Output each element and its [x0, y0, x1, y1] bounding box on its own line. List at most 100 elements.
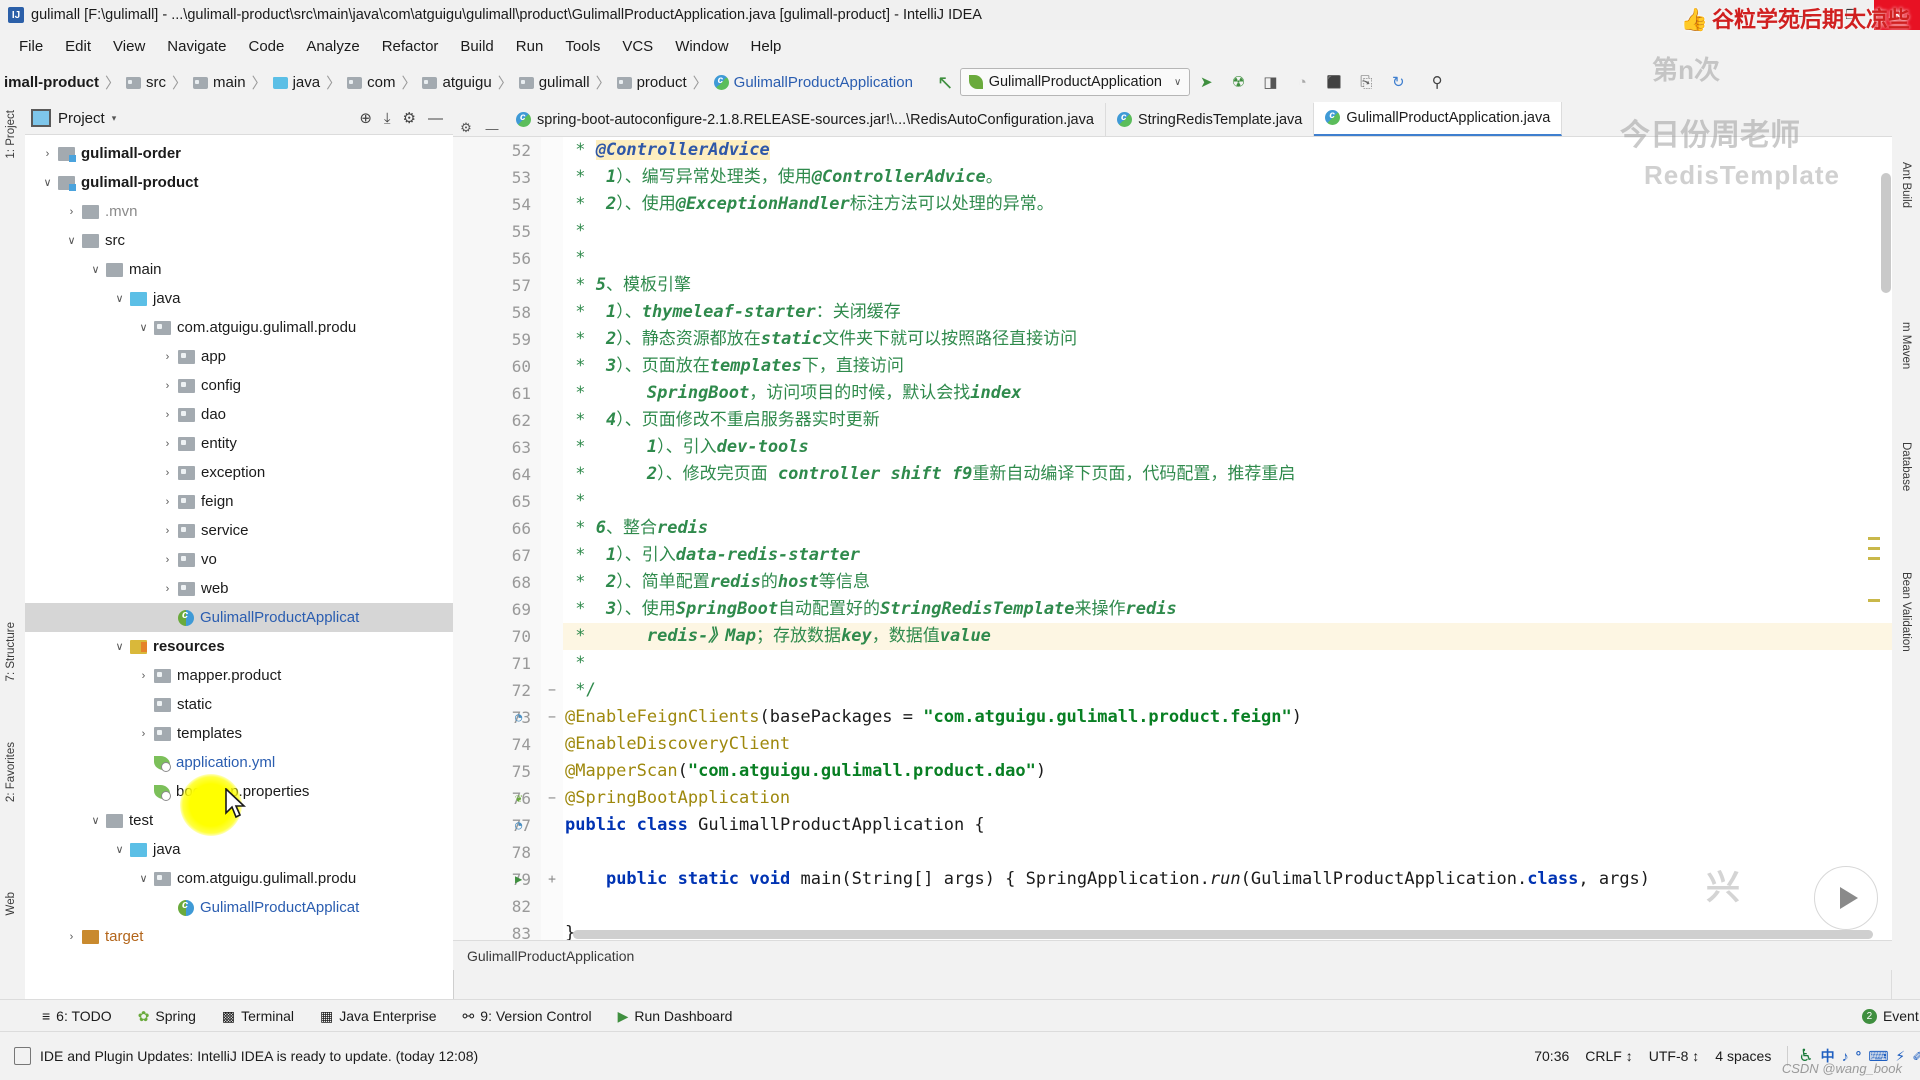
menu-vcs[interactable]: VCS: [611, 34, 664, 59]
horizontal-scrollbar[interactable]: [573, 930, 1873, 939]
collapse-all-icon[interactable]: ⤓: [384, 110, 391, 127]
chevron-right-icon[interactable]: ›: [137, 728, 150, 740]
code-editor[interactable]: 52 53 54 55 56 57 58 59 60 61 62 63 64 65 66 67 68 69 70 71…: [453, 137, 1892, 970]
fold-toggle[interactable]: −: [541, 704, 563, 731]
menu-window[interactable]: Window: [664, 34, 739, 59]
tool-button-todo[interactable]: ≡ 6: TODO: [42, 1008, 112, 1024]
breadcrumb-item-module[interactable]: imall-product: [4, 74, 99, 91]
chevron-right-icon[interactable]: ›: [161, 438, 174, 450]
chevron-down-icon[interactable]: ∨: [137, 872, 150, 885]
chevron-down-icon[interactable]: ∨: [89, 263, 102, 276]
tool-button-java-enterprise[interactable]: ▦ Java Enterprise: [320, 1008, 437, 1025]
tree-item-service[interactable]: › service: [25, 516, 453, 545]
scroll-from-source-icon[interactable]: ⊕: [359, 109, 372, 127]
stop-button[interactable]: ⬛: [1321, 69, 1347, 95]
menu-tools[interactable]: Tools: [554, 34, 611, 59]
menu-edit[interactable]: Edit: [54, 34, 102, 59]
error-stripe-marks[interactable]: [1866, 137, 1880, 970]
menu-view[interactable]: View: [102, 34, 156, 59]
tab-gulimall-product-application[interactable]: GulimallProductApplication.java: [1314, 102, 1563, 136]
tree-item-mapper-product[interactable]: › mapper.product: [25, 661, 453, 690]
chevron-right-icon[interactable]: ›: [161, 496, 174, 508]
fold-toggle[interactable]: −: [541, 785, 563, 812]
tree-item-mvn[interactable]: › .mvn: [25, 197, 453, 226]
tree-item-java[interactable]: ∨ java: [25, 835, 453, 864]
settings-gear-icon[interactable]: ⚙: [403, 109, 416, 127]
breadcrumb-item-product[interactable]: product: [616, 74, 687, 91]
tree-item-app[interactable]: › app: [25, 342, 453, 371]
breadcrumb-item-com[interactable]: com: [347, 74, 395, 91]
chevron-right-icon[interactable]: ›: [161, 380, 174, 392]
file-encoding[interactable]: UTF-8 ↕: [1649, 1048, 1700, 1064]
chevron-down-icon[interactable]: ∨: [113, 292, 126, 305]
breadcrumb-item-gulimall[interactable]: gulimall: [518, 74, 590, 91]
breadcrumb-item-atguigu[interactable]: atguigu: [422, 74, 492, 91]
tree-item-dao[interactable]: › dao: [25, 400, 453, 429]
fold-toggle[interactable]: −: [541, 677, 563, 704]
search-everywhere-button[interactable]: ⚲: [1424, 69, 1450, 95]
code-folding-column[interactable]: − − − +: [541, 137, 563, 970]
run-bean-gutter-icon[interactable]: ◔: [515, 812, 522, 839]
tool-button-spring[interactable]: ✿ Spring: [138, 1008, 196, 1025]
chevron-right-icon[interactable]: ›: [41, 148, 54, 160]
chevron-right-icon[interactable]: ›: [161, 583, 174, 595]
tree-item-target[interactable]: › target: [25, 922, 453, 951]
tree-item-gulimall-order[interactable]: › gulimall-order: [25, 139, 453, 168]
menu-help[interactable]: Help: [740, 34, 793, 59]
menu-code[interactable]: Code: [237, 34, 295, 59]
run-with-coverage-button[interactable]: ◨: [1257, 69, 1283, 95]
tree-item-entity[interactable]: › entity: [25, 429, 453, 458]
menu-navigate[interactable]: Navigate: [156, 34, 237, 59]
run-gutter-icon[interactable]: ▶: [515, 866, 522, 893]
chevron-down-icon[interactable]: ∨: [137, 321, 150, 334]
caret-position[interactable]: 70:36: [1534, 1048, 1569, 1064]
update-project-button[interactable]: ↻: [1385, 69, 1411, 95]
back-arrow-icon[interactable]: ↖: [937, 70, 954, 95]
bean-leaf-gutter-icon[interactable]: ❦: [515, 785, 522, 812]
tree-item-feign[interactable]: › feign: [25, 487, 453, 516]
chevron-right-icon[interactable]: ›: [65, 206, 78, 218]
chevron-right-icon[interactable]: ›: [137, 670, 150, 682]
bean-gutter-icon[interactable]: ◔: [515, 704, 522, 731]
chevron-right-icon[interactable]: ›: [161, 409, 174, 421]
line-number-gutter[interactable]: 52 53 54 55 56 57 58 59 60 61 62 63 64 65 66 67 68 69 70 71…: [453, 137, 542, 970]
chevron-down-icon[interactable]: ▾: [112, 113, 117, 124]
indent-setting[interactable]: 4 spaces: [1715, 1048, 1771, 1064]
hide-panel-icon[interactable]: —: [479, 121, 505, 136]
ime-settings-icon[interactable]: ✐: [1912, 1048, 1920, 1065]
tree-item-resources[interactable]: ∨ resources: [25, 632, 453, 661]
settings-gear-icon[interactable]: ⚙: [453, 120, 479, 136]
breadcrumb-item-main[interactable]: main: [193, 74, 246, 91]
chevron-right-icon[interactable]: ›: [161, 525, 174, 537]
run-button[interactable]: ➤: [1193, 69, 1219, 95]
fold-toggle[interactable]: +: [541, 866, 563, 893]
tab-string-redis-template[interactable]: StringRedisTemplate.java: [1105, 103, 1315, 136]
menu-analyze[interactable]: Analyze: [295, 34, 370, 59]
chevron-right-icon[interactable]: ›: [65, 931, 78, 943]
tree-item-gulimallproductapplicat[interactable]: ›GulimallProductApplicat: [25, 603, 453, 632]
tree-item-gulimall-product[interactable]: ∨ gulimall-product: [25, 168, 453, 197]
line-separator[interactable]: CRLF ↕: [1585, 1048, 1632, 1064]
video-play-button[interactable]: [1814, 866, 1878, 930]
chevron-right-icon[interactable]: ›: [161, 351, 174, 363]
tool-button-terminal[interactable]: ▩ Terminal: [222, 1008, 294, 1025]
menu-run[interactable]: Run: [505, 34, 555, 59]
tree-item-vo[interactable]: › vo: [25, 545, 453, 574]
tree-item-bootstrap-properties[interactable]: ›bootstrap.properties: [25, 777, 453, 806]
tree-item-com-atguigu-gulimall-produ[interactable]: ∨ com.atguigu.gulimall.produ: [25, 864, 453, 893]
chevron-down-icon[interactable]: ∨: [113, 640, 126, 653]
close-button[interactable]: ✕: [1874, 0, 1920, 30]
code-lines[interactable]: * @ControllerAdvice * 1）、编写异常处理类，使用@Cont…: [563, 137, 1892, 970]
chevron-down-icon[interactable]: ∨: [41, 176, 54, 189]
tree-item-com-atguigu-gulimall-produ[interactable]: ∨ com.atguigu.gulimall.produ: [25, 313, 453, 342]
chevron-down-icon[interactable]: ∨: [113, 843, 126, 856]
tree-item-application-yml[interactable]: ›application.yml: [25, 748, 453, 777]
maximize-button[interactable]: ❐: [1828, 0, 1874, 30]
event-log-button[interactable]: 2 Event Log: [1861, 1008, 1920, 1024]
tree-item-templates[interactable]: › templates: [25, 719, 453, 748]
vertical-scrollbar[interactable]: [1881, 173, 1891, 293]
tree-item-web[interactable]: › web: [25, 574, 453, 603]
tool-button-run-dashboard[interactable]: ▶ Run Dashboard: [618, 1008, 733, 1025]
editor-breadcrumb[interactable]: GulimallProductApplication: [453, 940, 1892, 970]
menu-file[interactable]: File: [8, 34, 54, 59]
